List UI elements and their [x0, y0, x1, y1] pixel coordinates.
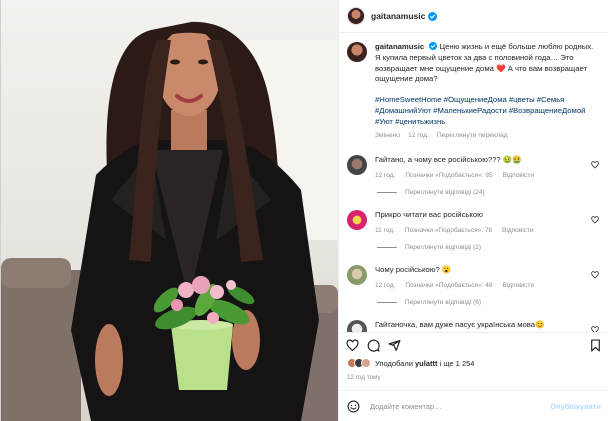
comment-likes[interactable]: Позначки «Подобається»: 48	[405, 282, 492, 289]
comment-text: Чому російською? 😮	[375, 264, 452, 274]
comments-scroll-area[interactable]: gaitanamusic Ценю жизнь и ещё больше люб…	[339, 34, 608, 332]
verified-badge-icon	[429, 42, 438, 50]
view-replies-button[interactable]: Переглянути відповіді (24)	[377, 189, 601, 196]
comment-item: Гайтаночка, вам дуже пасує українська мо…	[347, 319, 601, 332]
comment-text: Прикро читати вас російською	[375, 210, 483, 220]
comment-text: Гайтаночка, вам дуже пасує українська мо…	[375, 319, 545, 329]
comment-meta: 11 год. Позначки «Подобається»: 78 Відпо…	[375, 227, 597, 234]
photo-illustration	[1, 21, 338, 421]
comment-time[interactable]: 12 год.	[375, 172, 395, 179]
replies-divider	[377, 192, 397, 194]
comment-likes[interactable]: Позначки «Подобається»: 95	[405, 172, 492, 179]
author-avatar[interactable]	[347, 7, 365, 25]
replies-divider	[377, 246, 397, 248]
post-actions-bar	[339, 332, 608, 352]
edited-label: Змінено	[375, 131, 400, 139]
instagram-post-modal: gaitanamusic gaitanamusic Ценю жизнь и е…	[0, 0, 608, 421]
verified-badge-icon	[428, 11, 438, 21]
likes-prefix: Уподобали	[375, 358, 413, 368]
caption-time[interactable]: 12 год.	[408, 131, 429, 142]
emoji-icon[interactable]	[347, 400, 360, 413]
heart-icon[interactable]	[346, 339, 359, 352]
post-timestamp[interactable]: 12 год тому	[347, 374, 381, 381]
see-translation-link[interactable]: Переглянути переклад	[437, 131, 508, 142]
view-replies-label: Переглянути відповіді (6)	[405, 298, 482, 306]
comment-icon[interactable]	[367, 339, 380, 352]
caption-body: gaitanamusic Ценю жизнь и ещё больше люб…	[375, 42, 599, 141]
post-side-panel: gaitanamusic gaitanamusic Ценю жизнь и е…	[338, 0, 608, 421]
comment-avatar[interactable]	[347, 210, 367, 231]
comment-like-heart-icon[interactable]	[591, 216, 599, 224]
post-header: gaitanamusic	[339, 0, 608, 33]
share-icon[interactable]	[388, 339, 401, 352]
caption-hashtags[interactable]: #HomeSweetHome #ОщущениеДома #цветы #Сем…	[375, 95, 599, 127]
comment-time[interactable]: 12 год.	[375, 282, 395, 289]
comment-avatar[interactable]	[347, 155, 367, 176]
comment-body: Гайтаночка, вам дуже пасує українська мо…	[375, 320, 597, 332]
likes-rest[interactable]: і ще 1 254	[440, 359, 475, 368]
post-photo[interactable]	[1, 0, 338, 421]
comment-reply-button[interactable]: Відповісти	[502, 227, 533, 234]
publish-button[interactable]: Опублікувати	[550, 402, 601, 411]
comment-time[interactable]: 11 год.	[375, 227, 395, 234]
likes-summary[interactable]: Уподобали yulattt і ще 1 254	[347, 358, 474, 368]
caption: gaitanamusic Ценю жизнь и ещё больше люб…	[347, 42, 601, 141]
comment-avatar[interactable]	[347, 319, 367, 332]
comment-meta: 12 год. Позначки «Подобається»: 95 Відпо…	[375, 172, 597, 179]
view-replies-button[interactable]: Переглянути відповіді (2)	[377, 244, 601, 251]
comment-body: Чому російською? 😮 12 год. Позначки «Под…	[375, 265, 597, 289]
comment-item: Чому російською? 😮 12 год. Позначки «Под…	[347, 264, 601, 289]
comment-reply-button[interactable]: Відповісти	[503, 172, 534, 179]
likes-user[interactable]: yulattt	[415, 359, 438, 368]
bookmark-icon[interactable]	[589, 339, 602, 352]
caption-username[interactable]: gaitanamusic	[375, 42, 424, 51]
comment-meta: 12 год. Позначки «Подобається»: 48 Відпо…	[375, 282, 597, 289]
comment-body: Прикро читати вас російською 11 год. Поз…	[375, 210, 597, 234]
replies-divider	[377, 301, 397, 303]
likes-text: Уподобали yulattt і ще 1 254	[375, 359, 474, 368]
comment-text: Гайтано, а чому все російською??? 🤢🤮	[375, 155, 522, 165]
view-replies-button[interactable]: Переглянути відповіді (6)	[377, 299, 601, 306]
author-username[interactable]: gaitanamusic	[371, 11, 425, 21]
view-replies-label: Переглянути відповіді (2)	[405, 243, 482, 251]
liker-avatar	[361, 358, 371, 368]
comment-like-heart-icon[interactable]	[591, 271, 599, 279]
comment-body: Гайтано, а чому все російською??? 🤢🤮 12 …	[375, 155, 597, 179]
comment-item: Гайтано, а чому все російською??? 🤢🤮 12 …	[347, 155, 601, 179]
comment-input[interactable]	[370, 401, 540, 411]
comment-item: Прикро читати вас російською 11 год. Поз…	[347, 210, 601, 234]
comment-avatar[interactable]	[347, 264, 367, 285]
comment-likes[interactable]: Позначки «Подобається»: 78	[405, 227, 492, 234]
caption-avatar[interactable]	[347, 42, 367, 62]
view-replies-label: Переглянути відповіді (24)	[405, 189, 485, 197]
caption-meta: Змінено 12 год. Переглянути переклад	[375, 131, 599, 142]
comment-like-heart-icon[interactable]	[591, 161, 599, 169]
add-comment-bar: Опублікувати	[339, 390, 608, 421]
comment-reply-button[interactable]: Відповісти	[503, 282, 534, 289]
